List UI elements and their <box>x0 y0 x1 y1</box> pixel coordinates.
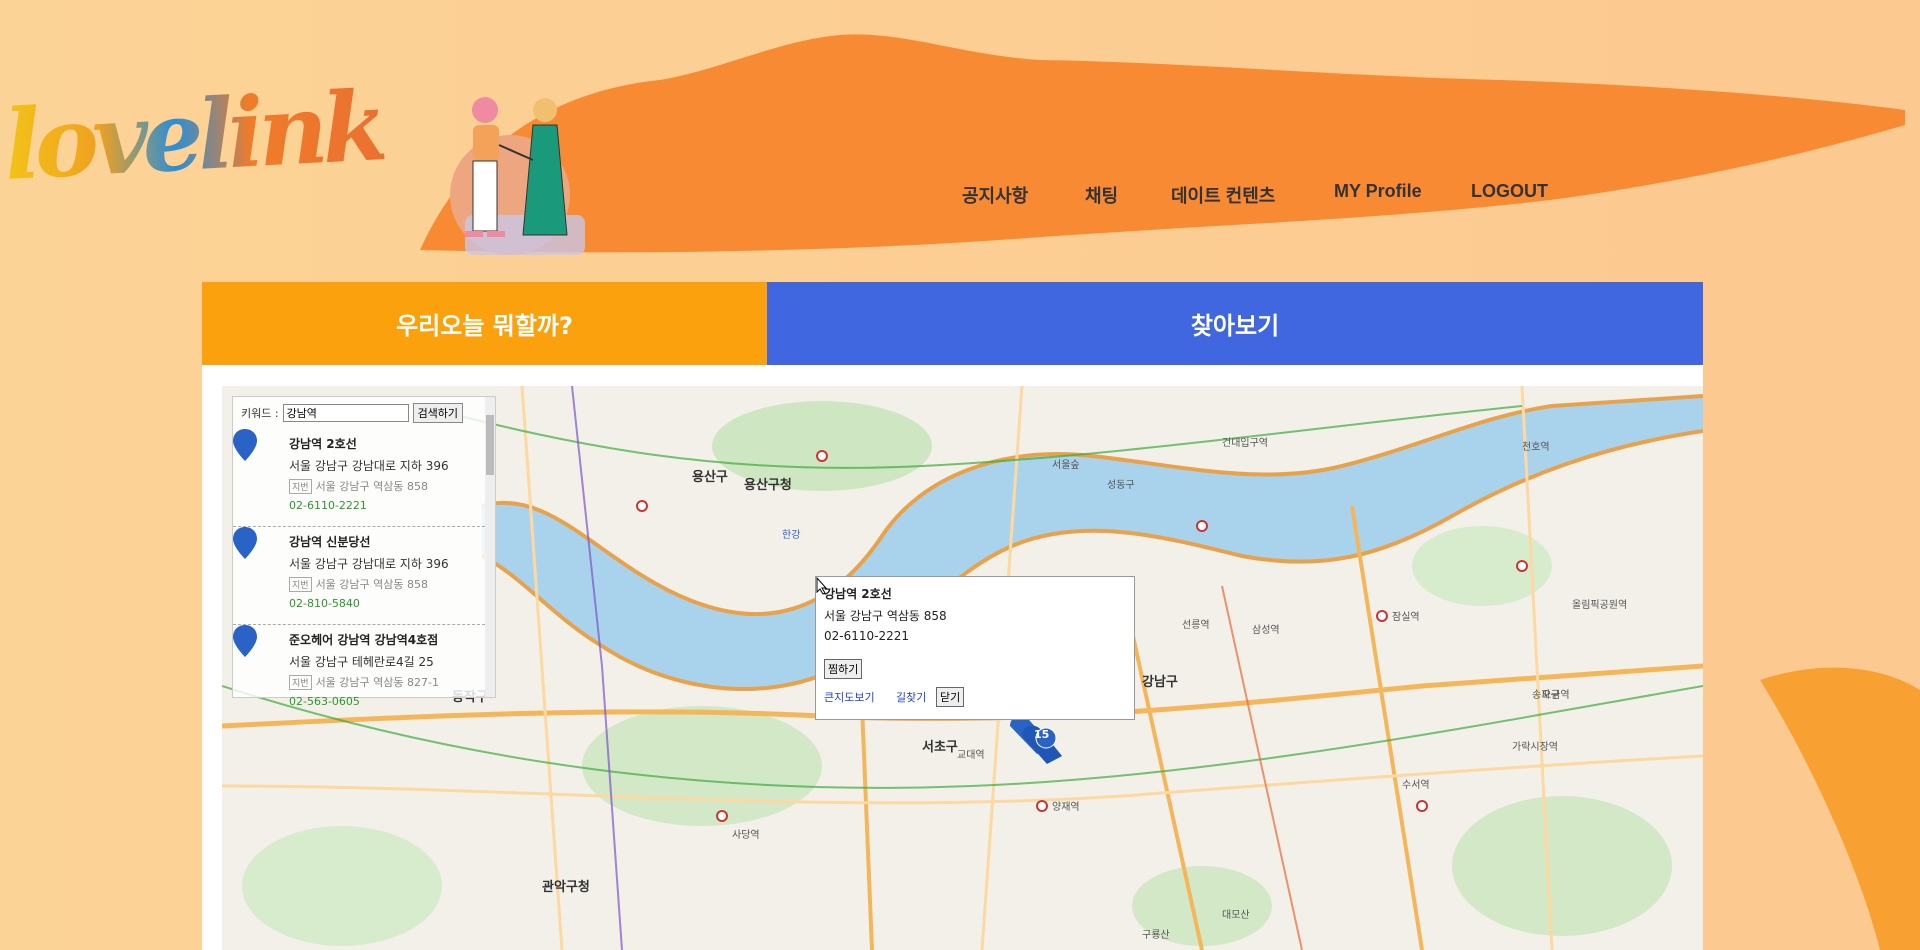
map-label-ogeum-station: 오금역 <box>1542 690 1570 701</box>
result-address: 서울 강남구 강남대로 지하 396 <box>289 557 449 571</box>
search-keyword-label: 키워드 : <box>241 407 279 420</box>
place-info-window: 강남역 2호선 서울 강남구 역삼동 858 02-6110-2221 찜하기 … <box>815 576 1135 720</box>
map-label-daemosan: 대모산 <box>1222 910 1250 921</box>
result-title: 강남역 2호선 <box>289 437 357 451</box>
result-number: 2 <box>256 530 266 544</box>
search-keyword-input[interactable] <box>282 404 409 422</box>
search-result-item[interactable]: 3 준오헤어 강남역 강남역4호점 서울 강남구 테헤란로4길 25 지번 서울 … <box>233 625 495 722</box>
map-label-seolleung-station: 선릉역 <box>1182 620 1210 631</box>
couple-illustration-icon <box>450 97 585 255</box>
result-title: 준오헤어 강남역 강남역4호점 <box>289 633 439 647</box>
info-address: 서울 강남구 역삼동 858 <box>824 609 947 623</box>
map-label-han-river: 한강 <box>782 530 801 541</box>
map-label-garak-market-station: 가락시장역 <box>1512 742 1558 753</box>
search-form: 키워드 : 검색하기 <box>233 397 495 429</box>
results-scrollbar[interactable] <box>485 397 495 697</box>
map-label-yongsan-gu-office: 용산구청 <box>744 478 792 493</box>
map-label-yangjae-station: 양재역 <box>1052 802 1080 813</box>
map-label-gangnam-gu: 강남구 <box>1142 675 1178 690</box>
nav-chat[interactable]: 채팅 <box>1085 182 1118 208</box>
nav-date-content[interactable]: 데이트 컨텐츠 <box>1171 182 1275 208</box>
map-label-jamsil-station: 잠실역 <box>1392 612 1420 623</box>
result-tel: 02-810-5840 <box>289 597 360 610</box>
big-map-link[interactable]: 큰지도보기 <box>824 689 875 705</box>
search-result-panel: 키워드 : 검색하기 1 강남역 2호선 서울 강남구 강남대로 지하 396 … <box>232 396 496 708</box>
result-jibun: 서울 강남구 역삼동 827-1 <box>315 676 439 689</box>
jibun-tag: 지번 <box>289 479 312 494</box>
tab-what-to-do[interactable]: 우리오늘 뭐할까? <box>202 282 767 365</box>
result-number: 1 <box>256 432 266 446</box>
map-label-konkuk-univ-station: 건대입구역 <box>1222 438 1268 449</box>
pick-button[interactable]: 찜하기 <box>824 659 863 679</box>
result-jibun: 서울 강남구 역삼동 858 <box>315 578 429 591</box>
logo-wordmark: lovelink <box>1 69 386 202</box>
map-label-seongdong-gu: 성동구 <box>1107 480 1135 491</box>
jibun-tag: 지번 <box>289 675 312 690</box>
marker-cluster-count: 15 <box>1034 728 1050 741</box>
result-tel: 02-563-0605 <box>289 695 360 708</box>
map-label-olympic-park-station: 올림픽공원역 <box>1572 600 1628 611</box>
result-title: 강남역 신분당선 <box>289 535 371 549</box>
result-address: 서울 강남구 강남대로 지하 396 <box>289 459 449 473</box>
info-title: 강남역 2호선 <box>824 587 892 601</box>
map-label-sadang-station: 사당역 <box>732 830 760 841</box>
map-label-guryongsan: 구룡산 <box>1142 930 1170 941</box>
search-result-item[interactable]: 2 강남역 신분당선 서울 강남구 강남대로 지하 396 지번 서울 강남구 역… <box>233 527 495 625</box>
map-label-seoul-forest: 서울숲 <box>1052 460 1080 471</box>
jibun-tag: 지번 <box>289 577 312 592</box>
result-address: 서울 강남구 테헤란로4길 25 <box>289 655 434 669</box>
directions-link[interactable]: 길찾기 <box>896 689 926 705</box>
main-panel: 우리오늘 뭐할까? 찾아보기 용산구 용산구청 관악구청 성동구 강남구 송파구… <box>202 282 1703 950</box>
search-button[interactable]: 검색하기 <box>412 403 464 423</box>
map-label-gyodae-station: 교대역 <box>957 750 985 761</box>
map-label-samseong-station: 삼성역 <box>1252 625 1280 636</box>
info-tel: 02-6110-2221 <box>824 629 910 643</box>
map-view[interactable]: 용산구 용산구청 관악구청 성동구 강남구 송파구 한강 서울숲 잠실역 선릉역… <box>222 386 1703 950</box>
map-label-seocho-gu: 서초구 <box>922 740 958 755</box>
nav-notice[interactable]: 공지사항 <box>962 182 1028 208</box>
result-number: 3 <box>256 628 266 642</box>
nav-my-profile[interactable]: MY Profile <box>1334 181 1422 202</box>
mouse-cursor-icon <box>816 577 828 595</box>
results-scroll-thumb[interactable] <box>486 415 494 475</box>
map-label-yongsan-gu: 용산구 <box>692 470 728 485</box>
close-info-button[interactable]: 닫기 <box>936 687 965 707</box>
nav-logout[interactable]: LOGOUT <box>1471 181 1548 202</box>
map-label-gwanak-gu-office: 관악구청 <box>542 880 590 895</box>
search-result-item[interactable]: 1 강남역 2호선 서울 강남구 강남대로 지하 396 지번 서울 강남구 역삼… <box>233 429 495 527</box>
result-jibun: 서울 강남구 역삼동 858 <box>315 480 429 493</box>
map-label-suseo-station: 수서역 <box>1402 780 1430 791</box>
result-tel: 02-6110-2221 <box>289 499 367 512</box>
map-label-cheonho-station: 천호역 <box>1522 442 1550 453</box>
tab-explore[interactable]: 찾아보기 <box>767 282 1703 365</box>
